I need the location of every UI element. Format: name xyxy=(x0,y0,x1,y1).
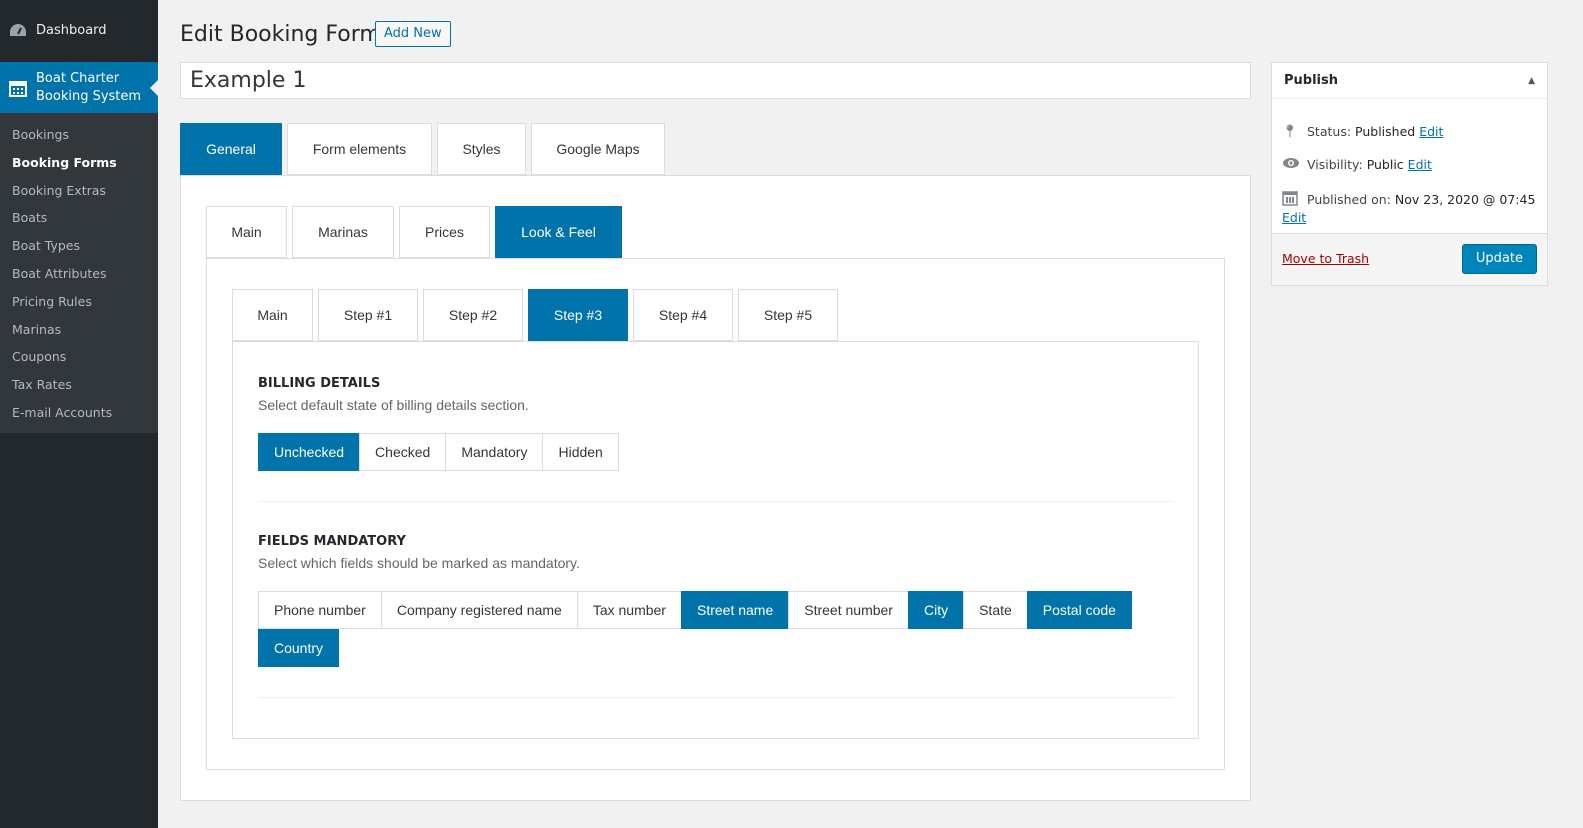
sidebar-item-bookings[interactable]: Bookings xyxy=(0,121,158,149)
divider xyxy=(258,697,1174,698)
tab-styles[interactable]: Styles xyxy=(437,123,526,175)
divider xyxy=(258,501,1174,502)
sidebar-item-tax-rates[interactable]: Tax Rates xyxy=(0,371,158,399)
calendar-icon xyxy=(0,79,36,97)
form-title-input[interactable]: Example 1 xyxy=(180,62,1251,99)
calendar-icon xyxy=(1282,190,1307,209)
tab-main[interactable]: Main xyxy=(232,289,313,341)
tab-form-elements[interactable]: Form elements xyxy=(287,123,432,175)
option-state[interactable]: State xyxy=(963,591,1028,629)
sidebar-item-pricing-rules[interactable]: Pricing Rules xyxy=(0,288,158,316)
tab-prices[interactable]: Prices xyxy=(399,206,490,258)
mandatory-options: Phone number Company registered name Tax n… xyxy=(258,591,1174,667)
tab-step-2[interactable]: Step #2 xyxy=(423,289,523,341)
sidebar-item-boat-types[interactable]: Boat Types xyxy=(0,232,158,260)
fields-mandatory-section: FIELDS MANDATORY Select which fields sho… xyxy=(258,534,1174,698)
sidebar-item-boat-charter[interactable]: Boat Charter Booking System xyxy=(0,62,158,113)
status-row: 📍︎ Status: Published Edit xyxy=(1282,123,1444,139)
edit-status-link[interactable]: Edit xyxy=(1419,124,1443,139)
edit-visibility-link[interactable]: Edit xyxy=(1408,157,1432,172)
update-button[interactable]: Update xyxy=(1461,244,1537,274)
mandatory-desc: Select which fields should be marked as … xyxy=(258,555,580,571)
option-company-registered-name[interactable]: Company registered name xyxy=(380,591,578,629)
collapse-arrow-icon[interactable]: ▲ xyxy=(1528,63,1535,99)
main-tabs: General Form elements Styles Google Maps xyxy=(180,123,670,175)
tab-main[interactable]: Main xyxy=(206,206,287,258)
billing-options: Unchecked Checked Mandatory Hidden xyxy=(258,433,1174,471)
tab-step-4[interactable]: Step #4 xyxy=(633,289,733,341)
step-tabs: Main Step #1 Step #2 Step #3 Step #4 Step #5 xyxy=(232,289,843,341)
add-new-button[interactable]: Add New xyxy=(375,21,451,47)
tab-look-feel[interactable]: Look & Feel xyxy=(495,206,622,258)
eye-icon xyxy=(1282,157,1307,172)
pin-icon: 📍︎ xyxy=(1282,123,1298,138)
move-to-trash-link[interactable]: Move to Trash xyxy=(1282,251,1369,266)
sidebar-item-booking-forms[interactable]: Booking Forms xyxy=(0,149,158,177)
tab-step-3[interactable]: Step #3 xyxy=(528,289,628,341)
option-hidden[interactable]: Hidden xyxy=(542,433,619,471)
option-street-number[interactable]: Street number xyxy=(788,591,909,629)
sidebar-item-coupons[interactable]: Coupons xyxy=(0,343,158,371)
edit-date-link[interactable]: Edit xyxy=(1282,210,1306,225)
sidebar-submenu: Bookings Booking Forms Booking Extras Boats… xyxy=(0,113,158,433)
sub-tabs: Main Marinas Prices Look & Feel xyxy=(206,206,627,258)
option-mandatory[interactable]: Mandatory xyxy=(445,433,544,471)
option-country[interactable]: Country xyxy=(258,629,340,667)
option-tax-number[interactable]: Tax number xyxy=(576,591,682,629)
billing-desc: Select default state of billing details … xyxy=(258,397,529,413)
tab-step-5[interactable]: Step #5 xyxy=(738,289,838,341)
option-city[interactable]: City xyxy=(907,591,965,629)
sidebar-item-e-mail-accounts[interactable]: E-mail Accounts xyxy=(0,399,158,427)
option-checked[interactable]: Checked xyxy=(359,433,447,471)
tab-general[interactable]: General xyxy=(180,123,282,175)
option-unchecked[interactable]: Unchecked xyxy=(258,433,361,471)
sidebar-item-marinas[interactable]: Marinas xyxy=(0,316,158,344)
option-phone-number[interactable]: Phone number xyxy=(258,591,382,629)
visibility-row: Visibility: Public Edit xyxy=(1282,157,1432,172)
step3-panel: BILLING DETAILS Select default state of … xyxy=(232,341,1199,739)
option-street-name[interactable]: Street name xyxy=(680,591,790,629)
tab-google-maps[interactable]: Google Maps xyxy=(531,123,665,175)
sidebar-item-boats[interactable]: Boats xyxy=(0,204,158,232)
page-title: Edit Booking Form xyxy=(180,22,381,47)
dashboard-icon xyxy=(0,22,36,38)
sidebar-item-dashboard[interactable]: Dashboard xyxy=(0,18,158,42)
sidebar-item-boat-attributes[interactable]: Boat Attributes xyxy=(0,260,158,288)
tab-step-1[interactable]: Step #1 xyxy=(318,289,418,341)
admin-sidebar: Dashboard Boat Charter Booking System Bo… xyxy=(0,0,158,828)
billing-heading: BILLING DETAILS xyxy=(258,376,381,391)
published-row: Published on: Nov 23, 2020 @ 07:45 xyxy=(1282,190,1535,209)
sidebar-item-booking-extras[interactable]: Booking Extras xyxy=(0,177,158,205)
publish-actions: Move to Trash Update xyxy=(1272,233,1547,285)
publish-box: Publish ▲ 📍︎ Status: Published Edit Visibi… xyxy=(1271,62,1548,286)
publish-header[interactable]: Publish ▲ xyxy=(1272,63,1547,99)
billing-details-section: BILLING DETAILS Select default state of … xyxy=(258,376,1174,502)
option-postal-code[interactable]: Postal code xyxy=(1026,591,1132,629)
mandatory-heading: FIELDS MANDATORY xyxy=(258,534,406,549)
tab-marinas[interactable]: Marinas xyxy=(292,206,394,258)
